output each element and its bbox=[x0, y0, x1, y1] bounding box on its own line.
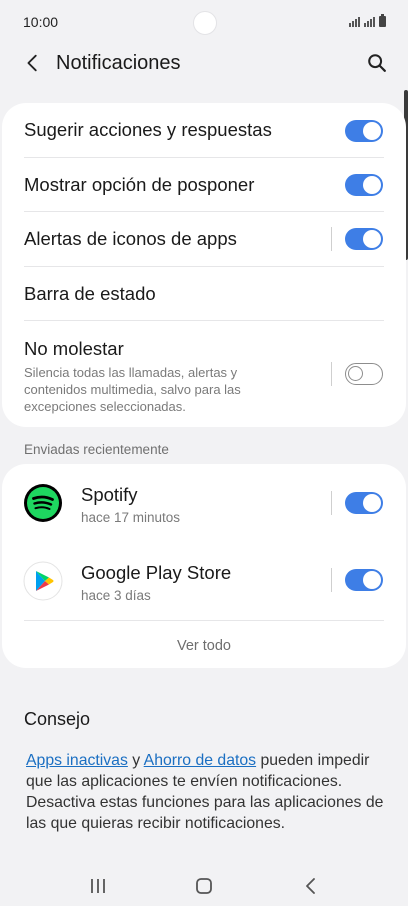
setting-label: Alertas de iconos de apps bbox=[24, 228, 237, 249]
back-icon[interactable] bbox=[299, 874, 323, 898]
setting-app-icon-badges[interactable]: Alertas de iconos de apps bbox=[24, 228, 384, 250]
tip-text: Apps inactivas y Ahorro de datos pueden … bbox=[26, 750, 386, 834]
status-time: 10:00 bbox=[23, 14, 59, 30]
setting-snooze-option[interactable]: Mostrar opción de posponer bbox=[24, 174, 384, 196]
tip-connector: y bbox=[127, 752, 144, 769]
setting-label: Sugerir acciones y respuestas bbox=[24, 119, 272, 140]
divider bbox=[24, 320, 384, 321]
divider bbox=[24, 157, 384, 158]
signal-icon bbox=[349, 17, 360, 27]
separator bbox=[331, 227, 332, 251]
setting-suggest-actions[interactable]: Sugerir acciones y respuestas bbox=[24, 119, 384, 141]
status-bar: 10:00 bbox=[0, 0, 408, 46]
app-icon-badges-toggle[interactable] bbox=[345, 228, 383, 250]
app-name: Spotify bbox=[81, 484, 138, 505]
status-icons bbox=[349, 14, 386, 27]
setting-description: Silencia todas las llamadas, alertas y c… bbox=[24, 365, 241, 414]
divider bbox=[24, 266, 384, 267]
separator bbox=[331, 568, 332, 592]
spotify-icon bbox=[23, 483, 63, 523]
separator bbox=[331, 362, 332, 386]
app-time: hace 3 días bbox=[81, 588, 151, 603]
inactive-apps-link[interactable]: Apps inactivas bbox=[26, 752, 128, 769]
recent-apps-icon[interactable] bbox=[86, 874, 110, 898]
divider bbox=[24, 211, 384, 212]
do-not-disturb-toggle[interactable] bbox=[345, 363, 383, 385]
divider bbox=[24, 620, 384, 621]
snooze-option-toggle[interactable] bbox=[345, 174, 383, 196]
setting-do-not-disturb[interactable]: No molestar Silencia todas las llamadas,… bbox=[24, 338, 294, 418]
recent-apps-card: Spotify hace 17 minutos Google Play Stor… bbox=[2, 464, 406, 668]
google-play-icon bbox=[23, 561, 63, 601]
setting-label: No molestar bbox=[24, 338, 124, 359]
app-row-google-play[interactable]: Google Play Store hace 3 días bbox=[81, 562, 321, 603]
signal-icon bbox=[364, 17, 375, 27]
app-name: Google Play Store bbox=[81, 562, 232, 583]
front-camera bbox=[193, 11, 217, 35]
home-icon[interactable] bbox=[192, 874, 216, 898]
tip-title: Consejo bbox=[24, 709, 91, 729]
setting-label: Barra de estado bbox=[24, 283, 156, 304]
suggest-actions-toggle[interactable] bbox=[345, 120, 383, 142]
separator bbox=[331, 491, 332, 515]
setting-label: Mostrar opción de posponer bbox=[24, 174, 255, 195]
section-label: Enviadas recientemente bbox=[24, 442, 169, 457]
app-time: hace 17 minutos bbox=[81, 510, 181, 525]
page-title: Notificaciones bbox=[56, 52, 181, 74]
app-row-spotify[interactable]: Spotify hace 17 minutos bbox=[81, 484, 321, 525]
data-saver-link[interactable]: Ahorro de datos bbox=[144, 752, 256, 769]
navigation-bar bbox=[0, 866, 408, 906]
see-all-button[interactable]: Ver todo bbox=[2, 638, 406, 654]
google-play-toggle[interactable] bbox=[345, 569, 383, 591]
battery-icon bbox=[379, 14, 386, 27]
settings-card: Sugerir acciones y respuestas Mostrar op… bbox=[2, 103, 406, 427]
search-icon[interactable] bbox=[366, 52, 388, 74]
app-bar: Notificaciones bbox=[0, 42, 408, 86]
spotify-toggle[interactable] bbox=[345, 492, 383, 514]
back-arrow-icon[interactable] bbox=[22, 52, 44, 74]
setting-status-bar[interactable]: Barra de estado bbox=[24, 283, 384, 305]
